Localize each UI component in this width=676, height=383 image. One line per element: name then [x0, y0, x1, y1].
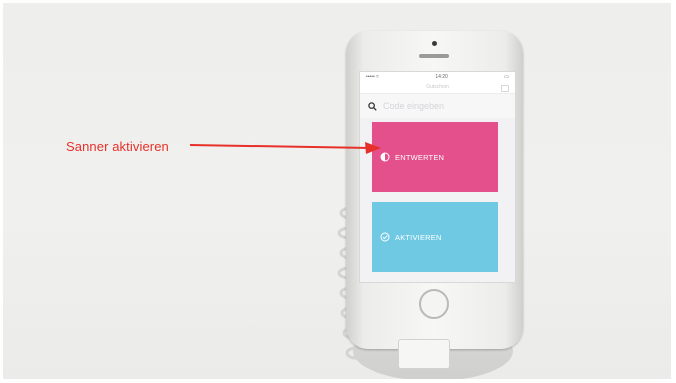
annotation-arrow: [189, 142, 381, 154]
video-frame: ••••• ≈ 14:20 ▭ Gutschein Code eingeben: [3, 3, 671, 379]
annotation-label: Sanner aktivieren: [66, 139, 169, 154]
